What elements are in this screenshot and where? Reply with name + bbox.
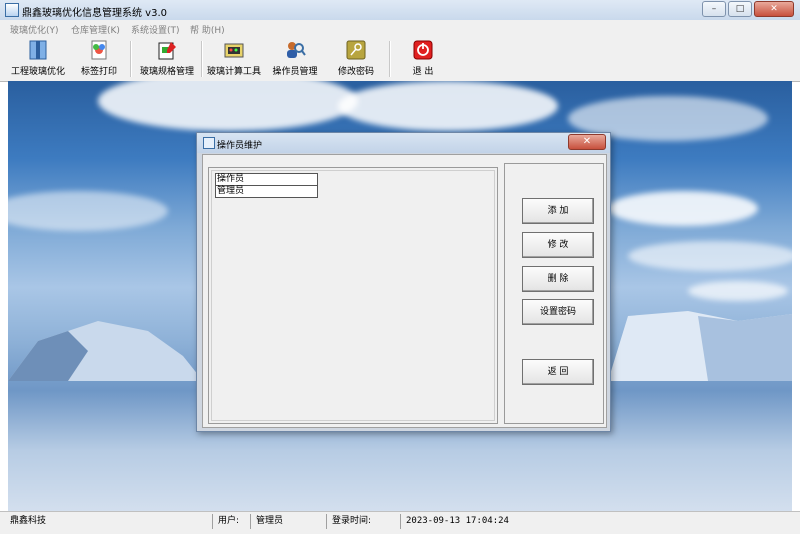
close-button[interactable]: ✕ bbox=[754, 1, 794, 17]
status-company: 鼎鑫科技 bbox=[10, 516, 47, 526]
toolbar-label: 玻璃计算工具 bbox=[206, 67, 261, 77]
dialog-body: 操作员 管理员 添 加 修 改 删 除 设置密码 返 回 bbox=[202, 154, 607, 428]
dialog-close-button[interactable]: ✕ bbox=[568, 134, 606, 150]
menu-warehouse[interactable]: 仓库管理(K) bbox=[71, 23, 120, 36]
power-icon bbox=[413, 40, 433, 60]
toolbar-spec-manage-button[interactable]: 玻璃规格管理 bbox=[138, 39, 196, 79]
operator-dialog: 操作员维护 ✕ 操作员 管理员 添 加 修 改 删 除 设置密码 返 回 bbox=[196, 132, 611, 432]
menu-system-settings[interactable]: 系统设置(T) bbox=[131, 23, 180, 36]
dialog-icon bbox=[203, 137, 215, 149]
dialog-title-bar: 操作员维护 ✕ bbox=[197, 133, 610, 153]
toolbar-separator bbox=[130, 41, 132, 77]
operator-search-icon bbox=[287, 42, 306, 58]
spec-edit-icon bbox=[158, 42, 176, 60]
app-icon bbox=[5, 3, 19, 17]
toolbar-label: 退 出 bbox=[412, 67, 434, 77]
key-icon bbox=[346, 40, 366, 60]
status-divider bbox=[400, 514, 401, 529]
list-item-admin[interactable]: 管理员 bbox=[215, 185, 318, 198]
toolbar-calculator-button[interactable]: 玻璃计算工具 bbox=[205, 39, 263, 79]
maximize-button[interactable]: □ bbox=[728, 1, 752, 17]
back-button[interactable]: 返 回 bbox=[522, 359, 594, 385]
iceberg-right bbox=[608, 311, 792, 381]
dialog-title: 操作员维护 bbox=[217, 141, 263, 151]
toolbar-label: 操作员管理 bbox=[272, 67, 318, 77]
status-bar: 鼎鑫科技 用户: 管理员 登录时间: 2023-09-13 17:04:24 bbox=[0, 511, 800, 534]
status-login-time: 2023-09-13 17:04:24 bbox=[406, 516, 509, 526]
menu-bar: 玻璃优化(Y) 仓库管理(K) 系统设置(T) 帮 助(H) bbox=[0, 20, 800, 37]
title-bar: 鼎鑫玻璃优化信息管理系统 v3.0 – □ ✕ bbox=[0, 0, 800, 21]
toolbar-label: 标签打印 bbox=[80, 67, 117, 77]
iceberg-left bbox=[8, 321, 203, 381]
book-icon bbox=[29, 40, 47, 60]
add-button[interactable]: 添 加 bbox=[522, 198, 594, 224]
set-password-button[interactable]: 设置密码 bbox=[522, 299, 594, 325]
calculator-icon bbox=[224, 43, 244, 58]
window-controls: – □ ✕ bbox=[702, 1, 794, 17]
toolbar-label: 工程玻璃优化 bbox=[10, 67, 65, 77]
toolbar-change-password-button[interactable]: 修改密码 bbox=[335, 39, 377, 79]
toolbar-label: 修改密码 bbox=[337, 67, 374, 77]
toolbar: 工程玻璃优化 标签打印 玻璃规格管理 玻璃计算工具 操作员管理 修改密码 退 出 bbox=[0, 37, 800, 82]
status-user: 管理员 bbox=[256, 516, 284, 526]
label-print-icon bbox=[91, 40, 107, 60]
status-divider bbox=[326, 514, 327, 529]
window-title: 鼎鑫玻璃优化信息管理系统 v3.0 bbox=[22, 8, 167, 19]
operator-list: 操作员 管理员 bbox=[211, 170, 495, 421]
operator-list-panel: 操作员 管理员 bbox=[208, 167, 498, 424]
toolbar-operator-manage-button[interactable]: 操作员管理 bbox=[270, 39, 320, 79]
toolbar-separator bbox=[201, 41, 203, 77]
toolbar-glass-optimize-button[interactable]: 工程玻璃优化 bbox=[8, 39, 68, 79]
menu-help[interactable]: 帮 助(H) bbox=[190, 23, 225, 36]
button-panel: 添 加 修 改 删 除 设置密码 返 回 bbox=[504, 163, 604, 424]
toolbar-label: 玻璃规格管理 bbox=[139, 67, 194, 77]
edit-button[interactable]: 修 改 bbox=[522, 232, 594, 258]
toolbar-separator bbox=[389, 41, 391, 77]
menu-glass-optimize[interactable]: 玻璃优化(Y) bbox=[10, 23, 59, 36]
toolbar-exit-button[interactable]: 退 出 bbox=[405, 39, 441, 79]
status-divider bbox=[212, 514, 213, 529]
minimize-button[interactable]: – bbox=[702, 1, 726, 17]
delete-button[interactable]: 删 除 bbox=[522, 266, 594, 292]
status-login-label: 登录时间: bbox=[332, 516, 372, 526]
status-user-label: 用户: bbox=[218, 516, 240, 526]
status-divider bbox=[250, 514, 251, 529]
toolbar-label-print-button[interactable]: 标签打印 bbox=[78, 39, 120, 79]
